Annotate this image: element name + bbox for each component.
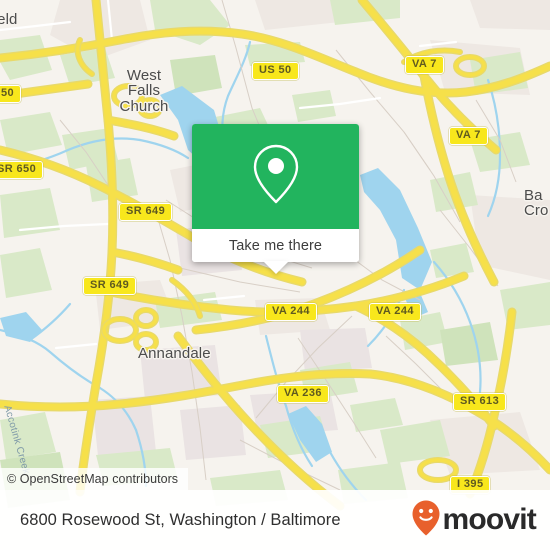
shield-us-50[interactable]: US 50	[252, 62, 299, 80]
shield-us-50-west[interactable]: 50	[0, 85, 22, 103]
map-screenshot: .park { fill:#d9e9c8; } .wood { fill:#cf…	[0, 0, 550, 550]
map-pin-icon	[249, 143, 303, 210]
shield-sr-649-west[interactable]: SR 649	[83, 277, 137, 295]
shield-va-236[interactable]: VA 236	[277, 385, 329, 403]
shield-va-244-west[interactable]: VA 244	[265, 303, 317, 321]
take-me-there-callout-card[interactable]: Take me there	[192, 124, 359, 274]
callout-card-action[interactable]: Take me there	[192, 229, 359, 262]
shield-va-7-south[interactable]: VA 7	[449, 127, 488, 145]
moovit-smiley-pin-icon	[411, 499, 441, 542]
map-canvas[interactable]: .park { fill:#d9e9c8; } .wood { fill:#cf…	[0, 0, 550, 550]
attribution-text: © OpenStreetMap contributors	[7, 472, 179, 486]
map-attribution[interactable]: © OpenStreetMap contributors	[0, 468, 189, 490]
callout-card-hero	[192, 124, 359, 229]
shield-va-7-north[interactable]: VA 7	[405, 56, 444, 74]
address-label: 6800 Rosewood St, Washington / Baltimore	[20, 510, 341, 529]
callout-card-pointer	[262, 261, 289, 274]
moovit-wordmark: moovit	[442, 503, 536, 536]
shield-sr-650[interactable]: SR 650	[0, 161, 44, 179]
shield-sr-613[interactable]: SR 613	[453, 393, 507, 411]
take-me-there-label: Take me there	[228, 237, 323, 254]
shield-sr-649-east[interactable]: SR 649	[119, 203, 173, 221]
moovit-brand[interactable]: moovit	[411, 499, 537, 542]
footer-bar: 6800 Rosewood St, Washington / Baltimore…	[0, 490, 550, 550]
shield-va-244-east[interactable]: VA 244	[369, 303, 421, 321]
